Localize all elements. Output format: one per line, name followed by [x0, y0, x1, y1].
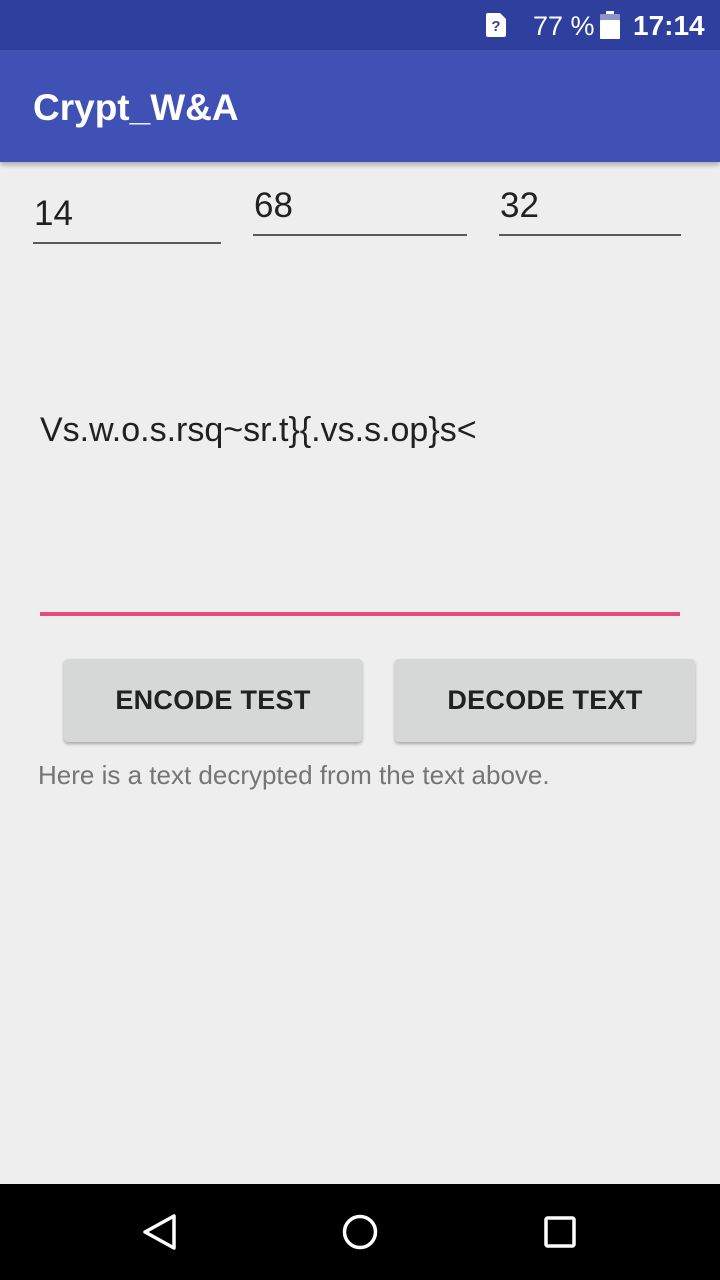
key-field-3[interactable]: 32 [499, 186, 681, 236]
decode-button[interactable]: DECODE TEXT [395, 659, 695, 742]
svg-text:?: ? [491, 18, 500, 35]
result-hint-text: Here is a text decrypted from the text a… [38, 760, 550, 790]
key-field-2[interactable]: 68 [253, 186, 467, 236]
navigation-bar [0, 1184, 720, 1280]
battery-percent: 77 % [533, 11, 595, 41]
home-button[interactable] [300, 1184, 420, 1280]
back-button[interactable] [100, 1184, 220, 1280]
home-icon [342, 1214, 378, 1250]
recent-apps-icon [544, 1216, 576, 1248]
key-field-2-value: 68 [254, 186, 293, 225]
cipher-text-underline [40, 612, 680, 616]
clock: 17:14 [633, 10, 705, 41]
key-field-1-value: 14 [34, 194, 73, 233]
key-field-1[interactable]: 14 [33, 194, 221, 244]
battery-icon [600, 11, 620, 39]
app-bar: Crypt_W&A [0, 50, 720, 162]
encode-button[interactable]: ENCODE TEST [64, 659, 362, 742]
status-bar: ? 77 % 17:14 [0, 0, 720, 50]
cipher-text-field[interactable]: Vs.w.o.s.rsq~sr.t}{.vs.s.op}s< [40, 409, 680, 452]
sim-unknown-icon: ? [486, 13, 506, 37]
key-field-3-value: 32 [500, 186, 539, 225]
app-title: Crypt_W&A [33, 87, 239, 128]
back-icon [143, 1214, 176, 1250]
recent-apps-button[interactable] [500, 1184, 620, 1280]
